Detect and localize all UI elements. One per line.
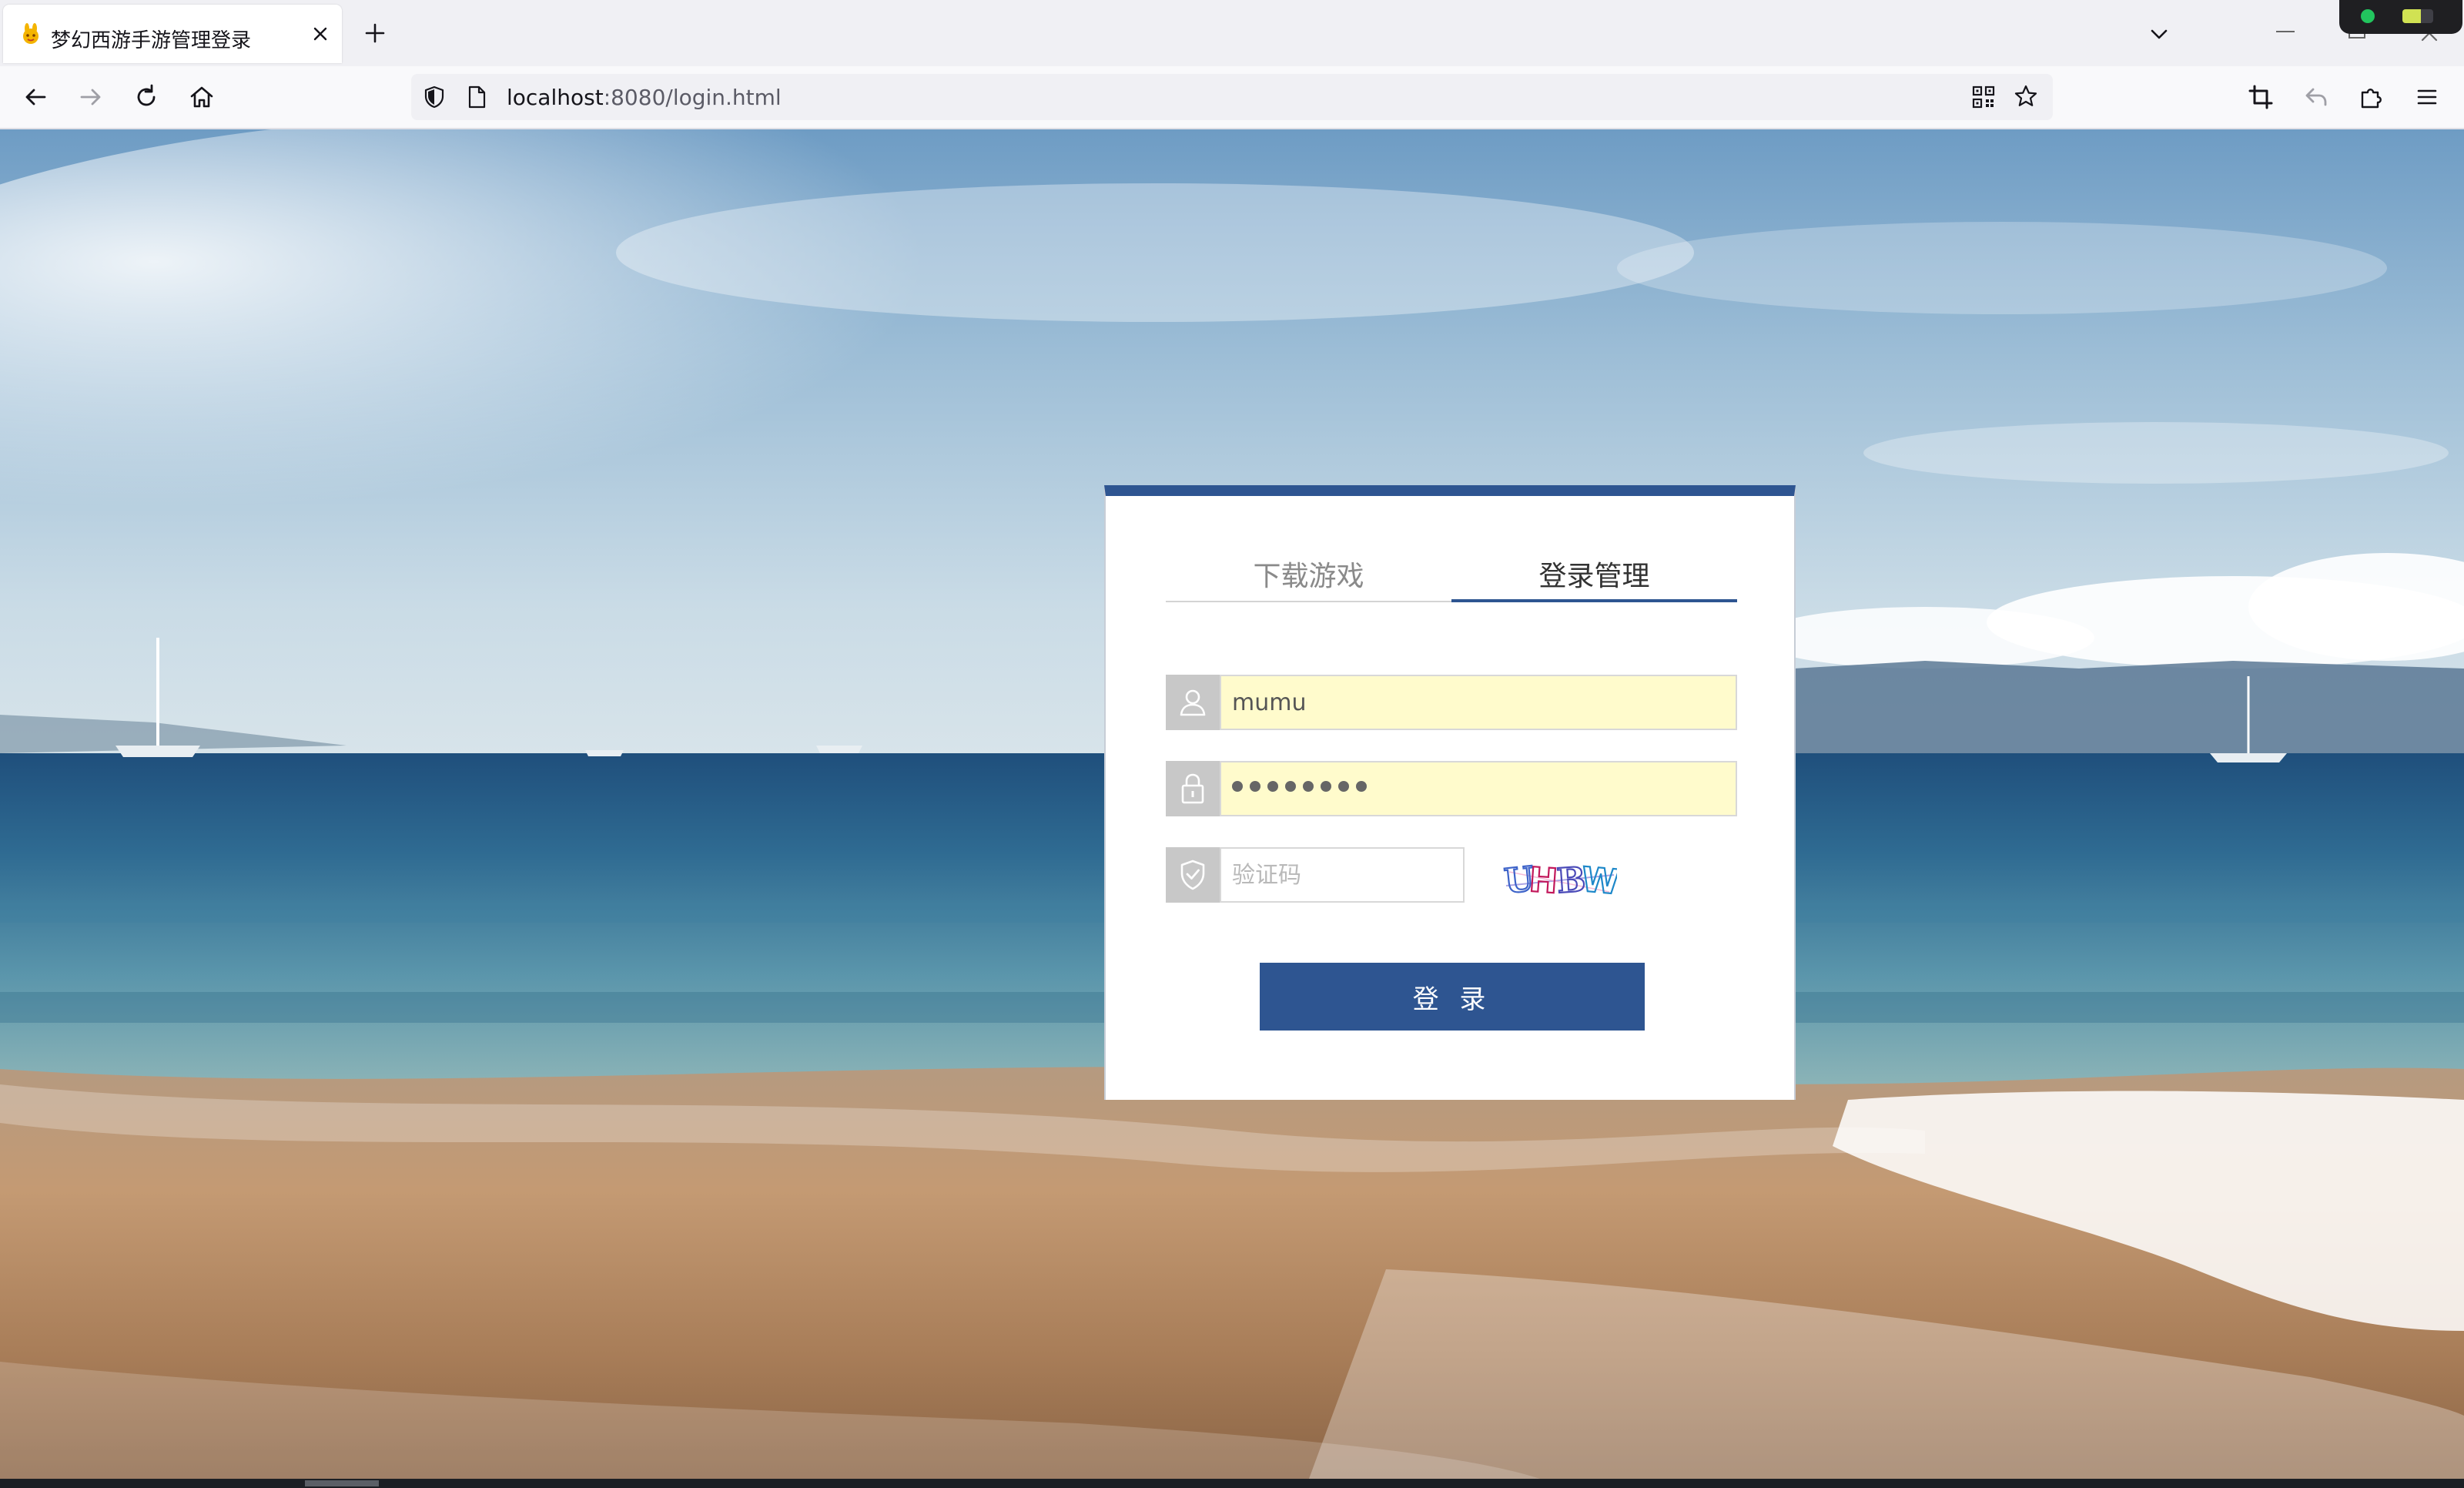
forward-arrow-icon[interactable] <box>75 82 106 112</box>
browser-tab[interactable]: 梦幻西游手游管理登录 <box>3 5 342 63</box>
page-viewport: 下载游戏 登录管理 mumu 验证码 U H B W 登 录 <box>0 129 2464 1479</box>
bottom-edge-bar <box>0 1479 2464 1488</box>
bookmark-star-icon[interactable] <box>2013 83 2039 109</box>
page-info-icon[interactable] <box>465 85 488 109</box>
shield-check-icon <box>1166 847 1220 903</box>
scrollbar-thumb[interactable] <box>305 1480 379 1486</box>
reload-icon[interactable] <box>131 82 162 112</box>
status-dot-icon <box>2361 9 2375 23</box>
captcha-char: W <box>1580 860 1617 903</box>
password-input[interactable] <box>1220 761 1737 816</box>
url-host: localhost <box>507 85 604 110</box>
crop-icon[interactable] <box>2245 82 2276 112</box>
tab-title: 梦幻西游手游管理登录 <box>51 29 252 52</box>
password-field <box>1166 761 1737 816</box>
login-card: 下载游戏 登录管理 mumu 验证码 U H B W 登 录 <box>1104 485 1796 1100</box>
undo-arrow-icon[interactable] <box>2301 82 2332 112</box>
lock-icon <box>1166 761 1220 816</box>
address-bar[interactable]: localhost:8080/login.html <box>411 74 2053 120</box>
user-icon <box>1166 675 1220 730</box>
qr-code-icon[interactable] <box>1971 85 1996 109</box>
extension-indicator[interactable] <box>2339 0 2462 34</box>
new-tab-plus-icon[interactable] <box>362 20 388 46</box>
navigation-toolbar: localhost:8080/login.html <box>0 66 2464 129</box>
username-field <box>1166 675 1737 730</box>
battery-bar-icon <box>2402 9 2433 23</box>
tab-login-management[interactable]: 登录管理 <box>1451 558 1737 602</box>
url-text[interactable]: localhost:8080/login.html <box>507 85 782 110</box>
username-input[interactable] <box>1220 675 1737 730</box>
browser-chrome: 梦幻西游手游管理登录 localhost:8080/login.html <box>0 0 2464 129</box>
tab-strip: 梦幻西游手游管理登录 <box>0 0 2464 66</box>
captcha-input[interactable] <box>1220 847 1465 903</box>
captcha-image[interactable]: U H B W <box>1502 858 1617 904</box>
home-icon[interactable] <box>186 82 217 112</box>
login-submit-button[interactable]: 登 录 <box>1260 963 1645 1031</box>
chevron-down-icon[interactable] <box>2147 22 2171 46</box>
game-favicon-icon <box>23 23 38 44</box>
window-minimize-icon[interactable] <box>2276 31 2295 32</box>
tab-download-game[interactable]: 下载游戏 <box>1166 558 1451 602</box>
captcha-char: H <box>1528 860 1558 901</box>
password-mask <box>1232 781 1367 792</box>
login-tabs: 下载游戏 登录管理 <box>1166 558 1737 602</box>
extensions-puzzle-icon[interactable] <box>2356 82 2387 112</box>
shield-icon[interactable] <box>422 85 447 109</box>
back-arrow-icon[interactable] <box>20 82 51 112</box>
menu-hamburger-icon[interactable] <box>2412 82 2442 112</box>
close-tab-icon[interactable] <box>308 22 333 46</box>
url-path: :8080/login.html <box>603 85 782 110</box>
captcha-field <box>1166 847 1465 903</box>
